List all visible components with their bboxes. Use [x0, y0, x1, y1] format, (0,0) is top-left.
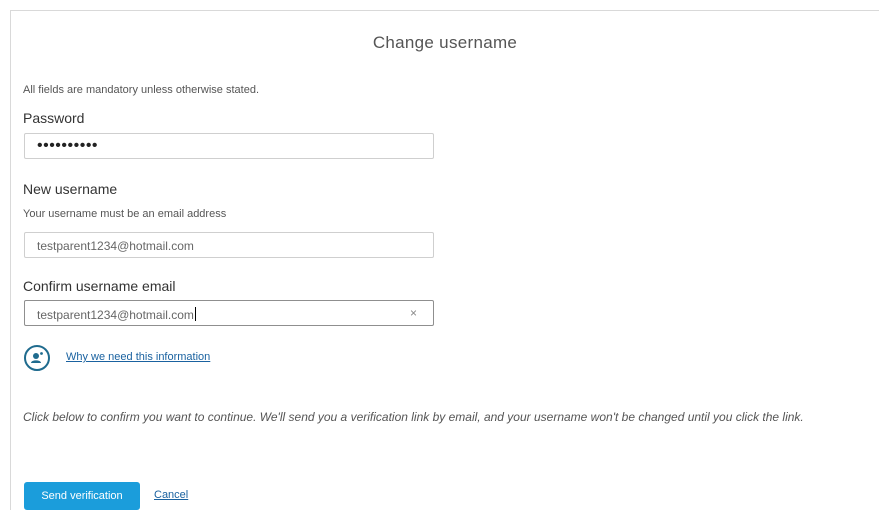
clear-icon[interactable]: ×: [410, 306, 417, 320]
new-username-hint: Your username must be an email address: [23, 208, 227, 220]
new-username-value: testparent1234@hotmail.com: [37, 239, 194, 253]
password-label: Password: [23, 110, 85, 126]
text-cursor: [194, 307, 196, 321]
mandatory-note: All fields are mandatory unless otherwis…: [23, 84, 260, 96]
confirm-username-value-wrap: testparent1234@hotmail.com: [37, 307, 196, 322]
password-value: ••••••••••: [37, 137, 99, 154]
cancel-link[interactable]: Cancel: [154, 489, 188, 501]
confirm-username-value: testparent1234@hotmail.com: [37, 308, 194, 322]
change-username-panel: Change username All fields are mandatory…: [10, 10, 879, 510]
send-verification-button[interactable]: Send verification: [24, 482, 140, 510]
confirm-username-label: Confirm username email: [23, 278, 176, 294]
confirm-username-field[interactable]: testparent1234@hotmail.com ×: [24, 300, 434, 326]
password-field[interactable]: ••••••••••: [24, 133, 434, 159]
confirm-note: Click below to confirm you want to conti…: [23, 410, 804, 424]
new-username-field[interactable]: testparent1234@hotmail.com: [24, 232, 434, 258]
why-info-link[interactable]: Why we need this information: [66, 351, 210, 363]
new-username-label: New username: [23, 181, 118, 197]
page-title: Change username: [372, 33, 518, 52]
person-info-icon[interactable]: [24, 345, 50, 371]
